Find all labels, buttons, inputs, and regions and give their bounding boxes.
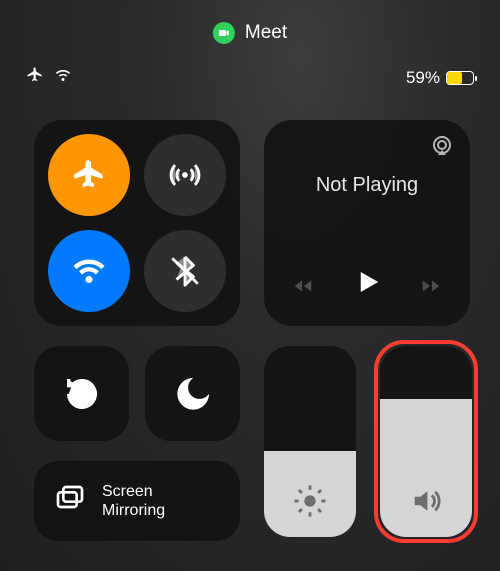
brightness-icon — [293, 484, 327, 523]
battery-icon — [446, 71, 474, 85]
airplane-mode-icon — [26, 66, 44, 89]
battery-percent-label: 59% — [406, 68, 440, 88]
active-app-name: Meet — [245, 22, 287, 44]
connectivity-tile — [34, 120, 240, 326]
volume-icon — [409, 484, 443, 523]
screen-mirroring-button[interactable]: ScreenMirroring — [34, 461, 240, 541]
active-app-pill[interactable]: Meet — [213, 22, 287, 44]
screen-mirroring-icon — [54, 483, 86, 520]
status-bar: 59% — [0, 66, 500, 89]
airplay-icon[interactable] — [430, 134, 454, 163]
rewind-button[interactable] — [292, 275, 314, 302]
play-button[interactable] — [352, 267, 382, 302]
bluetooth-toggle[interactable] — [144, 230, 226, 312]
cellular-data-toggle[interactable] — [144, 134, 226, 216]
brightness-slider[interactable] — [264, 346, 356, 537]
forward-button[interactable] — [420, 275, 442, 302]
wifi-toggle[interactable] — [48, 230, 130, 312]
airplane-mode-toggle[interactable] — [48, 134, 130, 216]
media-tile[interactable]: Not Playing — [264, 120, 470, 326]
do-not-disturb-toggle[interactable] — [145, 346, 240, 441]
rotation-lock-toggle[interactable] — [34, 346, 129, 441]
screen-mirroring-label: ScreenMirroring — [102, 482, 165, 520]
media-title: Not Playing — [284, 174, 450, 197]
camera-active-icon — [213, 22, 235, 44]
volume-slider[interactable] — [380, 346, 472, 537]
wifi-status-icon — [54, 66, 72, 89]
